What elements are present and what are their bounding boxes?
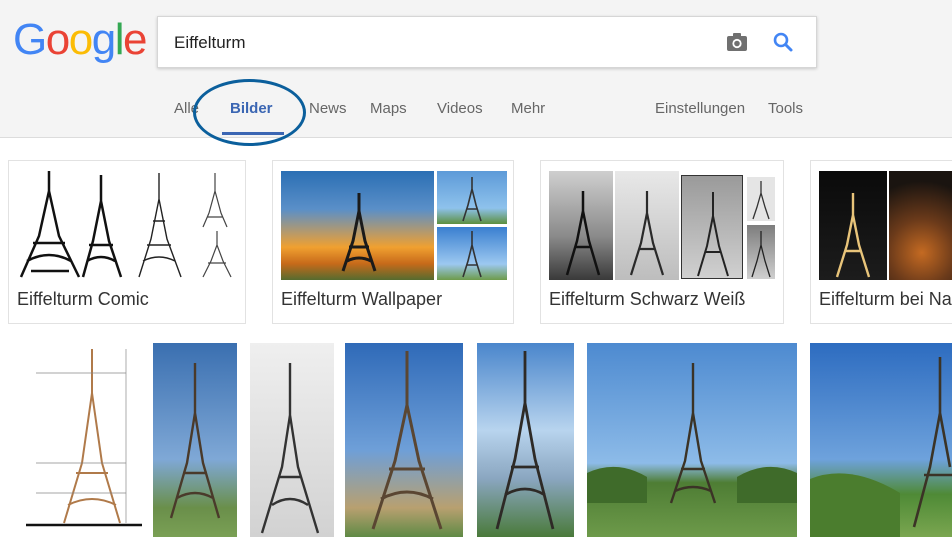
related-search-card-bw[interactable]: Eiffelturm Schwarz Weiß (540, 160, 784, 324)
camera-icon[interactable] (726, 32, 748, 52)
eiffel-wallpaper-thumbnail-1 (437, 171, 507, 224)
annotation-circle (193, 79, 306, 146)
result-image-6[interactable] (810, 343, 952, 537)
related-search-label: Eiffelturm Comic (17, 289, 149, 309)
logo-letter: g (91, 15, 116, 64)
night-city-thumbnail (889, 171, 952, 280)
result-image-1[interactable] (153, 343, 237, 537)
bw-eiffel-thumbnail-4 (747, 177, 775, 221)
sunset-eiffel-thumbnail (281, 171, 434, 280)
logo-letter: o (45, 15, 70, 64)
search-input[interactable] (174, 31, 714, 55)
result-image-5[interactable] (587, 343, 797, 537)
comic-drawings-thumbnail (9, 161, 245, 281)
tab-more[interactable]: Mehr (511, 100, 545, 117)
settings-link[interactable]: Einstellungen (655, 100, 745, 117)
result-image-3[interactable] (345, 343, 463, 537)
search-box[interactable] (157, 16, 817, 68)
related-search-label: Eiffelturm bei Na (819, 289, 952, 309)
related-search-card-comic[interactable]: Eiffelturm Comic (8, 160, 246, 324)
night-eiffel-thumbnail-1 (819, 171, 887, 280)
google-logo[interactable]: Google (13, 14, 147, 66)
logo-letter: G (13, 15, 47, 64)
result-image-2[interactable] (250, 343, 334, 537)
logo-letter: l (114, 15, 125, 64)
related-search-label: Eiffelturm Wallpaper (281, 289, 443, 309)
result-image-4[interactable] (477, 343, 574, 537)
related-search-card-night[interactable]: Eiffelturm bei Na (810, 160, 952, 324)
logo-letter: e (122, 15, 147, 64)
related-search-card-wallpaper[interactable]: Eiffelturm Wallpaper (272, 160, 514, 324)
bw-eiffel-thumbnail-1 (549, 171, 613, 280)
tab-maps[interactable]: Maps (370, 100, 407, 117)
tools-link[interactable]: Tools (768, 100, 803, 117)
tab-news[interactable]: News (309, 100, 347, 117)
result-image-technical-drawing[interactable] (16, 343, 144, 537)
bw-eiffel-thumbnail-2 (615, 171, 679, 280)
logo-letter: o (68, 15, 93, 64)
related-search-label: Eiffelturm Schwarz Weiß (549, 289, 746, 309)
search-icon[interactable] (772, 31, 794, 53)
eiffel-wallpaper-thumbnail-2 (437, 227, 507, 280)
bw-eiffel-thumbnail-5 (747, 225, 775, 279)
bw-eiffel-thumbnail-3 (681, 175, 743, 279)
tab-videos[interactable]: Videos (437, 100, 483, 117)
